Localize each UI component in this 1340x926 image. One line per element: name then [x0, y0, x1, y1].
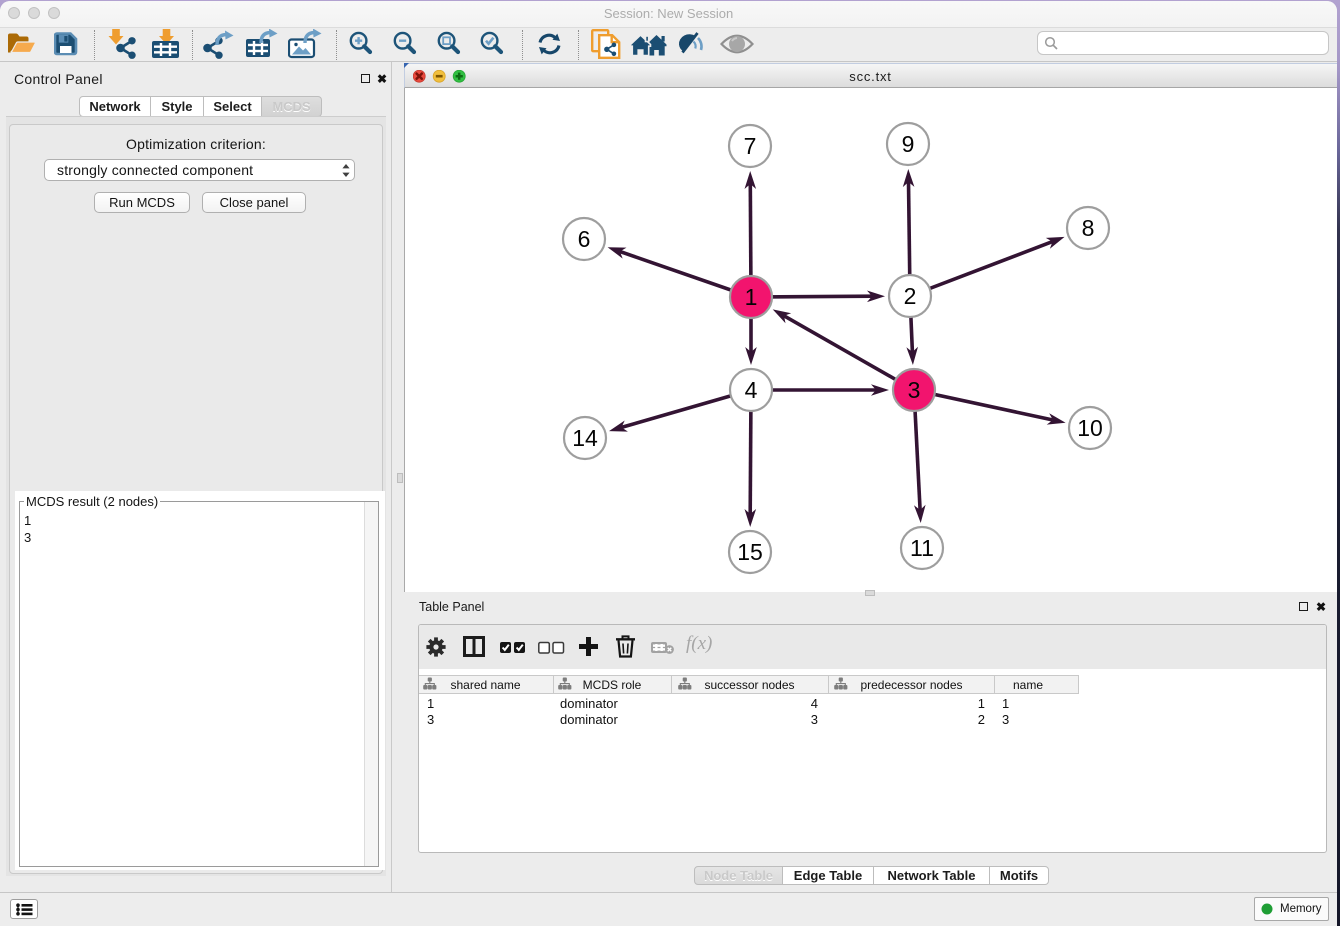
svg-text:3: 3 — [908, 377, 921, 403]
svg-text:9: 9 — [902, 131, 915, 157]
svg-text:1: 1 — [745, 284, 758, 310]
svg-text:10: 10 — [1077, 415, 1103, 441]
svg-text:15: 15 — [737, 539, 763, 565]
svg-text:8: 8 — [1082, 215, 1095, 241]
svg-text:4: 4 — [745, 377, 758, 403]
svg-text:11: 11 — [910, 535, 934, 561]
svg-text:7: 7 — [744, 133, 757, 159]
svg-text:14: 14 — [572, 425, 598, 451]
svg-text:2: 2 — [904, 283, 917, 309]
svg-text:6: 6 — [578, 226, 591, 252]
